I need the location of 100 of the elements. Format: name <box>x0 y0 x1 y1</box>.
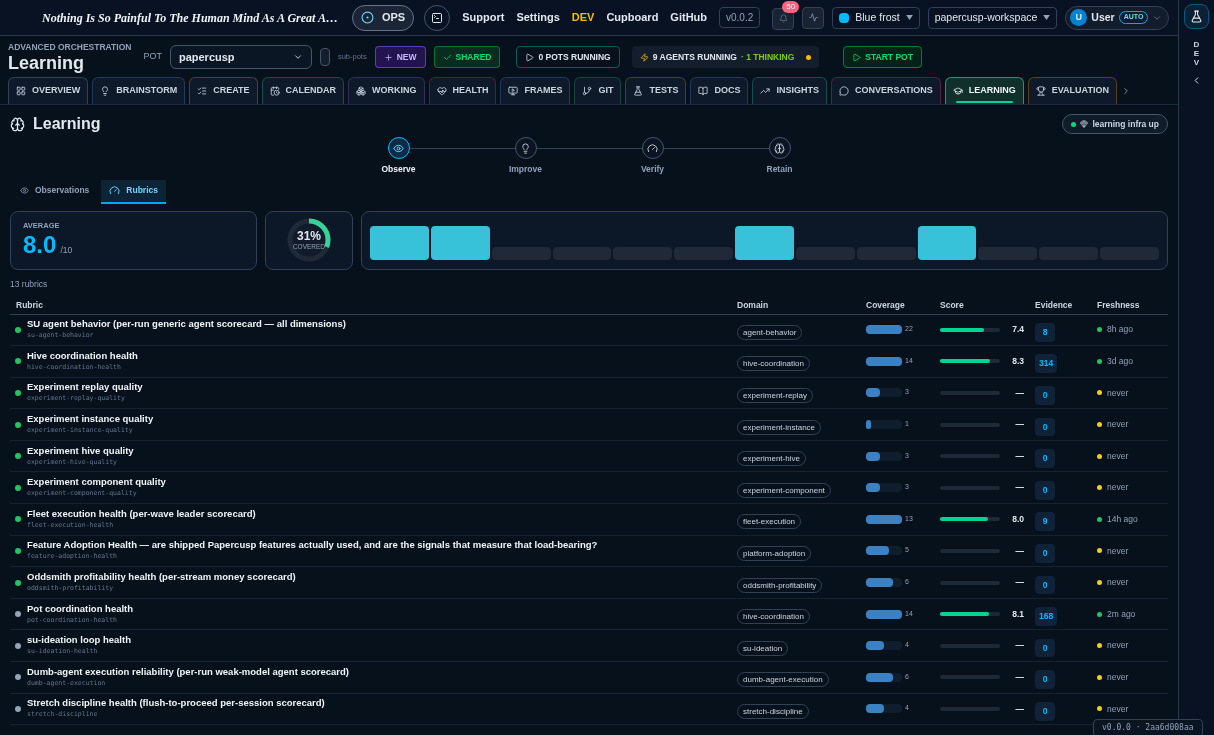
evidence-count: 0 <box>1035 543 1055 563</box>
column-header: Freshness <box>1097 298 1140 312</box>
score-value: — <box>1014 639 1024 653</box>
nav-link[interactable]: Support <box>462 9 505 26</box>
rubric-title: Experiment instance quality <box>27 413 154 426</box>
freshness-text: never <box>1107 576 1129 589</box>
evidence-count: 0 <box>1035 575 1055 595</box>
nav-tab[interactable]: OVERVIEW <box>8 77 89 104</box>
step-label: Improve <box>508 163 543 176</box>
covered-percent: 31% <box>297 229 321 243</box>
rubric-title: SU agent behavior (per-run generic agent scorecard — all dimensions) <box>27 318 346 331</box>
rubric-title: Experiment component quality <box>27 476 166 489</box>
quote-text: Nothing Is So Painful To The Human Mind As A Great A… <box>42 9 338 27</box>
rubric-title: Fleet execution health (per-wave leader scorecard) <box>27 507 256 520</box>
score-value: 7.4 <box>1011 323 1024 337</box>
average-max: /10 <box>60 244 73 257</box>
freshness-text: 8h ago <box>1107 323 1133 337</box>
rubric-title: Hive coordination health <box>27 349 138 362</box>
rubric-title: Pot coordination health <box>27 602 134 615</box>
ops-button[interactable]: OPS <box>351 4 415 31</box>
nav-link[interactable]: Settings <box>516 9 560 26</box>
rubric-title: su-ideation loop health <box>27 634 131 647</box>
infra-status-badge: learning infra up <box>1062 114 1168 134</box>
evidence-count: 0 <box>1035 701 1055 721</box>
freshness-text: never <box>1107 670 1129 684</box>
score-value: — <box>1014 576 1024 589</box>
rubric-count: 13 rubrics <box>10 277 49 291</box>
rubric-title: Experiment hive quality <box>27 444 134 457</box>
workspace-select[interactable]: papercusp-workspace <box>927 6 1058 29</box>
new-button[interactable]: NEW <box>374 46 426 68</box>
column-header: Rubric <box>15 298 44 312</box>
nav-tab[interactable]: BRAINSTORM <box>92 77 186 104</box>
page-title: Learning <box>33 114 101 134</box>
nav-tab[interactable]: LEARNING <box>944 77 1024 104</box>
nav-tab[interactable]: GIT <box>574 77 622 104</box>
rubric-title: Stretch discipline health (flush-to-proceed per-session scorecard) <box>27 697 325 710</box>
freshness-text: never <box>1107 386 1129 400</box>
score-value: 8.3 <box>1011 355 1024 368</box>
score-value: — <box>1014 544 1024 558</box>
score-value: — <box>1014 670 1024 684</box>
shared-button[interactable]: SHARED <box>433 46 501 68</box>
step-label: Verify <box>640 163 665 176</box>
evidence-count: 0 <box>1035 386 1055 405</box>
nav-link[interactable]: GitHub <box>670 9 708 26</box>
evidence-count: 0 <box>1035 449 1055 468</box>
average-value: 8.0 <box>23 231 57 259</box>
score-value: — <box>1014 449 1024 463</box>
freshness-text: never <box>1107 639 1129 653</box>
freshness-text: never <box>1107 702 1129 716</box>
start-pot-button[interactable]: START POT <box>843 46 922 68</box>
evidence-count: 9 <box>1035 512 1055 532</box>
nav-tab[interactable]: FRAMES <box>500 77 571 104</box>
score-value: — <box>1014 418 1024 431</box>
nav-tab[interactable]: DOCS <box>690 77 749 104</box>
step-label: Observe <box>381 163 416 176</box>
score-value: — <box>1014 481 1024 495</box>
freshness-text: 2m ago <box>1107 607 1136 621</box>
column-header: Evidence <box>1035 298 1074 312</box>
page-heading: Learning <box>8 53 85 74</box>
evidence-count: 0 <box>1035 638 1055 658</box>
freshness-text: never <box>1107 418 1129 431</box>
nav-link[interactable]: DEV <box>571 9 595 26</box>
nav-tab[interactable]: CONVERSATIONS <box>830 77 941 104</box>
agents-running-text: 9 AGENTS RUNNING <box>652 50 737 64</box>
freshness-text: never <box>1107 481 1129 495</box>
nav-tab[interactable]: CALENDAR <box>261 77 345 104</box>
nav-link[interactable]: Cupboard <box>606 9 659 26</box>
thinking-text: · 1 THINKING <box>740 50 795 64</box>
eyebrow-text: ADVANCED ORCHESTRATION <box>8 40 132 54</box>
nav-tab[interactable]: WORKING <box>348 77 425 104</box>
column-header: Coverage <box>866 298 906 312</box>
rubric-title: Feature Adoption Health — are shipped Papercusp features actually used, and are the signals that measure that load-bearing? <box>27 539 598 552</box>
score-value: — <box>1014 702 1024 716</box>
pots-running-button[interactable]: 0 POTS RUNNING <box>516 46 620 68</box>
rubric-title: Dumb-agent execution reliability (per-run weak-model agent scorecard) <box>27 665 350 678</box>
nav-tab[interactable]: EVALUATION <box>1027 77 1117 104</box>
column-header: Score <box>940 298 965 312</box>
evidence-count: 0 <box>1035 480 1055 500</box>
nav-tab[interactable]: TESTS <box>625 77 687 104</box>
version-tag: v0.0.2 <box>719 7 761 28</box>
subtab[interactable]: Rubrics <box>101 179 166 204</box>
nav-tab[interactable]: CREATE <box>189 77 258 104</box>
step-label: Retain <box>766 163 793 176</box>
evidence-count: 168 <box>1035 607 1058 626</box>
freshness-text: 14h ago <box>1107 513 1138 526</box>
score-value: 8.0 <box>1011 513 1024 526</box>
score-value: 8.1 <box>1011 607 1024 621</box>
theme-select[interactable]: Blue frost <box>832 6 920 29</box>
pot-label: POT <box>143 50 162 64</box>
evidence-count: 0 <box>1035 417 1055 437</box>
score-value: — <box>1014 386 1024 400</box>
pot-select[interactable]: papercusp <box>169 45 312 69</box>
freshness-text: never <box>1107 449 1129 463</box>
nav-tab[interactable]: INSIGHTS <box>752 77 827 104</box>
subtab[interactable]: Observations <box>12 179 98 204</box>
nav-tab[interactable]: HEALTH <box>428 77 497 104</box>
rail-label: DEV <box>1192 41 1201 68</box>
rubric-title: Experiment replay quality <box>27 381 143 394</box>
build-badge: v0.0.0 · 2aa6d008aa <box>1093 719 1203 735</box>
user-avatar: U <box>1070 9 1088 26</box>
